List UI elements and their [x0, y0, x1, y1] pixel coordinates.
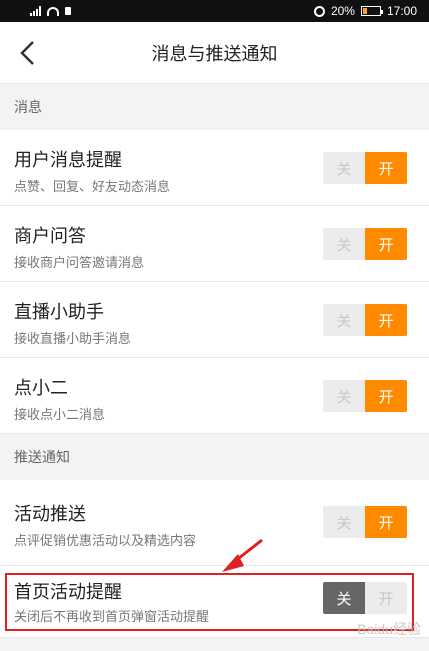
row-subtitle: 接收商户问答邀请消息 [14, 256, 145, 271]
setting-row-merchant-qa: 商户问答 接收商户问答邀请消息 关 开 [0, 206, 429, 282]
setting-row-live-assistant: 直播小助手 接收直播小助手消息 关 开 [0, 282, 429, 358]
toggle-on-label[interactable]: 开 [365, 304, 407, 336]
watermark-text: Baidu经验 [357, 621, 421, 637]
toggle-on-label[interactable]: 开 [365, 228, 407, 260]
status-bar: 20% 17:00 [0, 0, 429, 22]
section-label-messages: 消息 [0, 84, 429, 130]
row-title: 用户消息提醒 [14, 150, 122, 171]
setting-row-dianxiaoer: 点小二 接收点小二消息 关 开 [0, 358, 429, 434]
merchant-qa-toggle[interactable]: 关 开 [323, 228, 407, 260]
homepage-activity-toggle[interactable]: 关 开 [323, 582, 407, 614]
row-title: 活动推送 [14, 504, 86, 525]
activity-push-toggle[interactable]: 关 开 [323, 506, 407, 538]
toggle-on-label[interactable]: 开 [365, 506, 407, 538]
setting-row-user-messages: 用户消息提醒 点赞、回复、好友动态消息 关 开 [0, 130, 429, 206]
row-subtitle: 关闭后不再收到首页弹窗活动提醒 [14, 610, 210, 625]
battery-percent: 20% [330, 4, 355, 18]
row-subtitle: 点赞、回复、好友动态消息 [14, 180, 171, 195]
toggle-off-label[interactable]: 关 [323, 304, 365, 336]
wifi-icon [47, 6, 59, 16]
row-subtitle: 接收直播小助手消息 [14, 332, 132, 347]
toggle-off-label[interactable]: 关 [323, 228, 365, 260]
toggle-off-label[interactable]: 关 [323, 582, 365, 614]
back-arrow-icon[interactable] [12, 36, 42, 70]
lock-icon [65, 7, 71, 15]
row-title: 点小二 [14, 378, 68, 399]
toggle-off-label[interactable]: 关 [323, 506, 365, 538]
toggle-on-label[interactable]: 开 [365, 582, 407, 614]
live-assistant-toggle[interactable]: 关 开 [323, 304, 407, 336]
section-label-push: 推送通知 [0, 434, 429, 480]
row-subtitle: 点评促销优惠活动以及精选内容 [14, 534, 197, 549]
alarm-icon [313, 5, 325, 17]
toggle-off-label[interactable]: 关 [323, 152, 365, 184]
toggle-on-label[interactable]: 开 [365, 380, 407, 412]
row-title: 商户问答 [14, 226, 86, 247]
row-subtitle: 接收点小二消息 [14, 408, 106, 423]
clock: 17:00 [386, 4, 417, 18]
dianxiaoer-toggle[interactable]: 关 开 [323, 380, 407, 412]
setting-row-activity-push: 活动推送 点评促销优惠活动以及精选内容 关 开 [0, 480, 429, 566]
page-title: 消息与推送通知 [151, 43, 278, 65]
nav-header: 消息与推送通知 [0, 22, 429, 84]
row-title: 直播小助手 [14, 302, 104, 323]
toggle-on-label[interactable]: 开 [365, 152, 407, 184]
user-messages-toggle[interactable]: 关 开 [323, 152, 407, 184]
row-title: 首页活动提醒 [14, 582, 122, 603]
signal-icon [30, 6, 41, 16]
battery-icon [360, 6, 383, 16]
toggle-off-label[interactable]: 关 [323, 380, 365, 412]
